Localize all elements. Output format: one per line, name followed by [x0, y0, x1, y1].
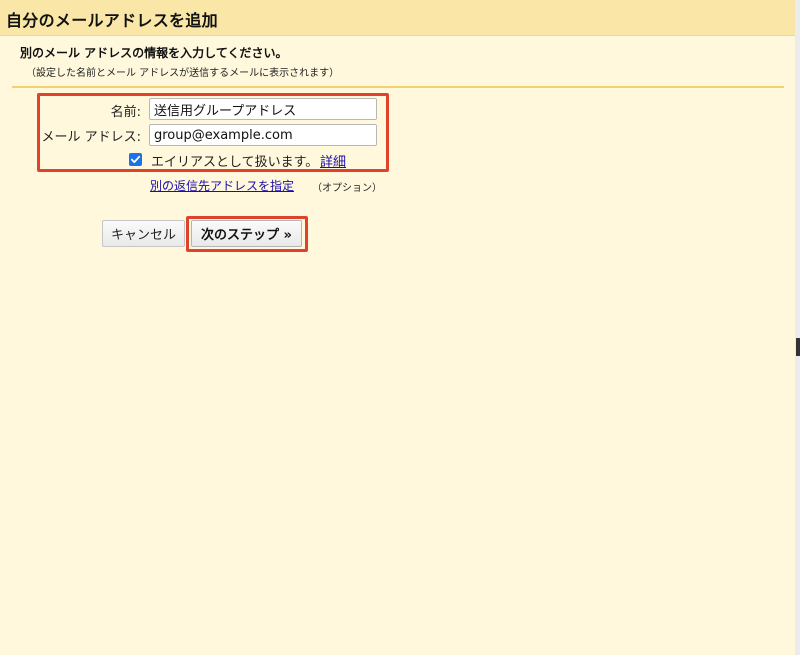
- instructions-heading: 別のメール アドレスの情報を入力してください。: [20, 46, 288, 60]
- scroll-notch: [796, 338, 800, 356]
- checkmark-icon: [130, 155, 141, 163]
- window-edge: [795, 0, 800, 655]
- instructions-note: （設定した名前とメール アドレスが送信するメールに表示されます）: [26, 68, 340, 79]
- title-bar: 自分のメールアドレスを追加: [0, 0, 795, 36]
- name-input[interactable]: [149, 98, 377, 120]
- alias-label[interactable]: エイリアスとして扱います。: [151, 151, 318, 170]
- cancel-button[interactable]: キャンセル: [102, 220, 185, 247]
- details-link[interactable]: 詳細: [320, 151, 346, 170]
- email-label: メール アドレス:: [41, 130, 141, 145]
- section-divider: [12, 86, 784, 88]
- window-title: 自分のメールアドレスを追加: [6, 11, 218, 30]
- alias-checkbox[interactable]: [129, 153, 142, 166]
- next-step-button[interactable]: 次のステップ »: [191, 220, 302, 247]
- name-label: 名前:: [110, 105, 141, 120]
- add-address-dialog: 自分のメールアドレスを追加 別のメール アドレスの情報を入力してください。 （設…: [0, 0, 795, 655]
- reply-to-link[interactable]: 別の返信先アドレスを指定: [150, 177, 294, 194]
- optional-note: （オプション）: [312, 183, 382, 194]
- email-input[interactable]: [149, 124, 377, 146]
